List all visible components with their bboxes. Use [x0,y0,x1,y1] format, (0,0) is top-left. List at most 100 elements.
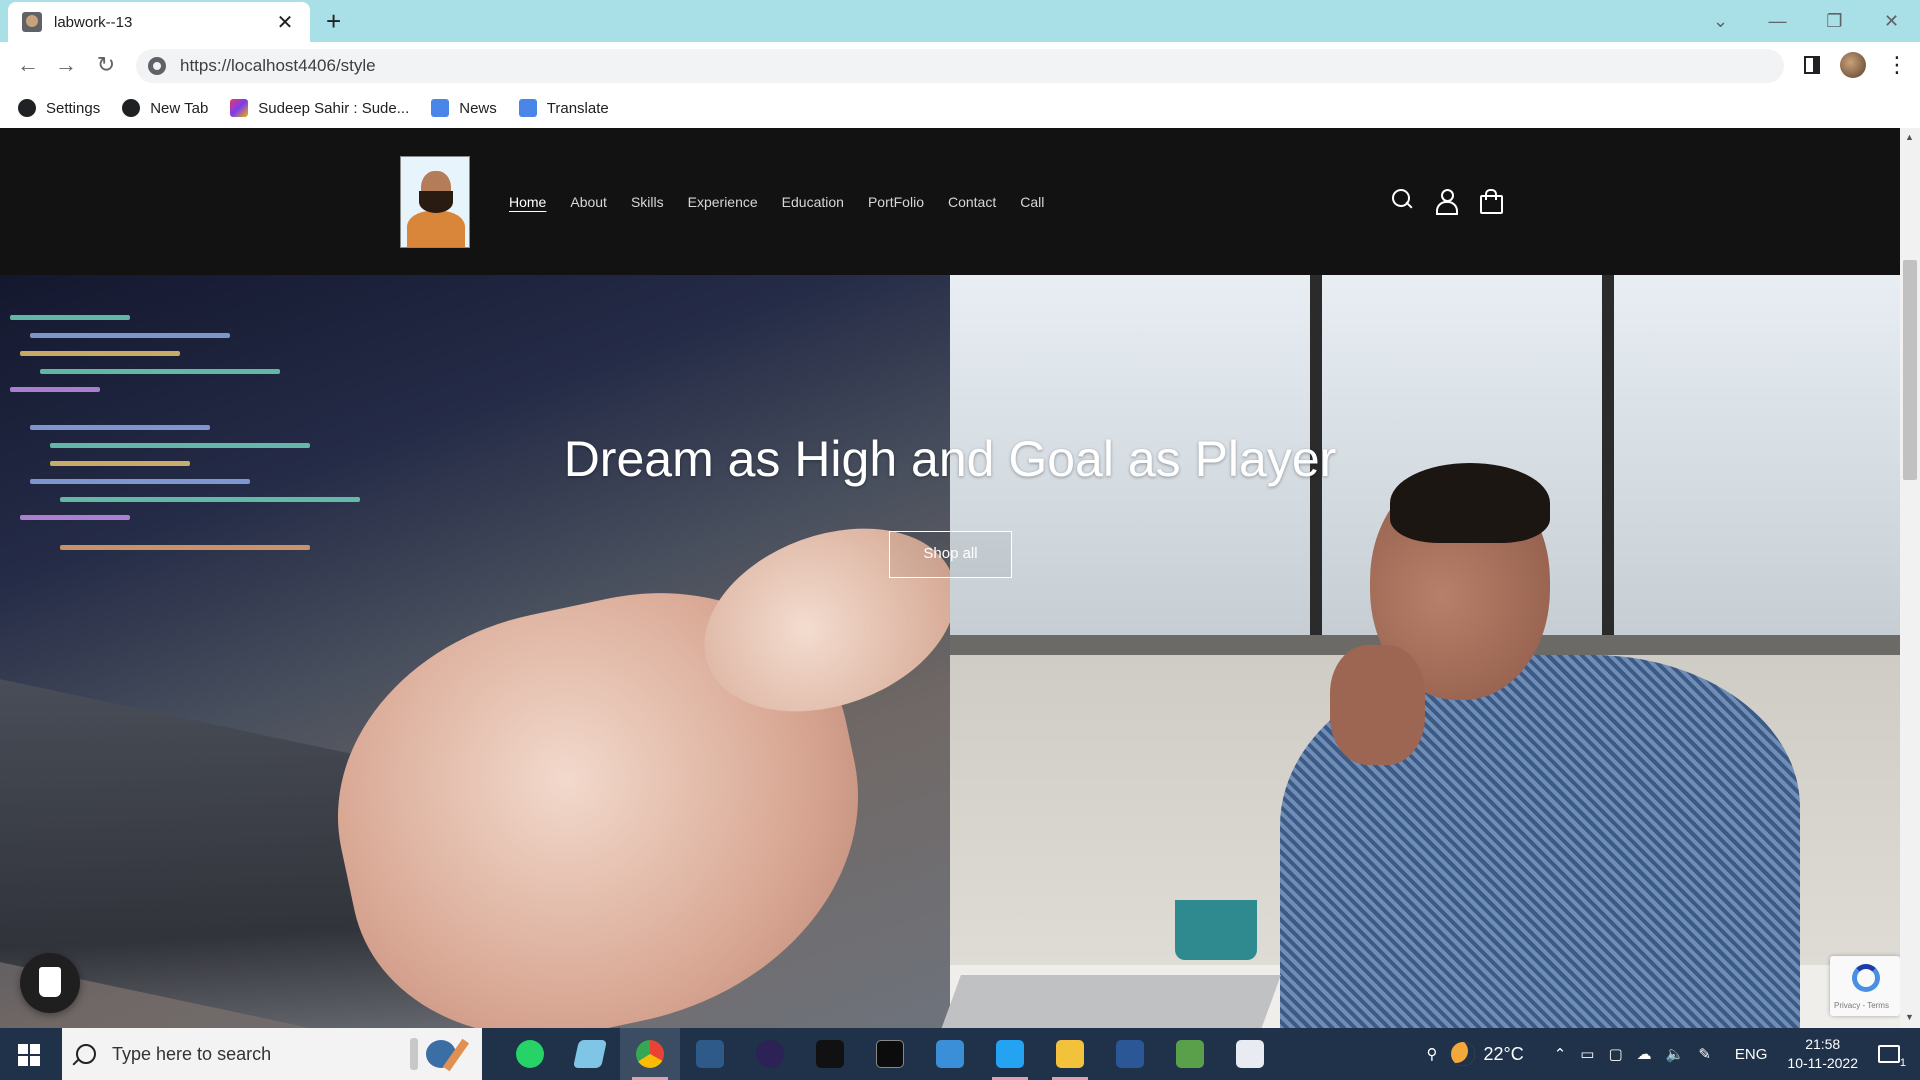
clock-date: 10-11-2022 [1787,1055,1858,1071]
chrome-icon [636,1040,664,1068]
whatsapp-icon [516,1040,544,1068]
file-explorer-app[interactable] [1040,1028,1100,1080]
news-icon [431,99,450,117]
eclipse-app[interactable] [740,1028,800,1080]
mysql-workbench-icon [696,1040,724,1068]
pen-icon [230,99,249,117]
vscode-app[interactable] [980,1028,1040,1080]
eclipse-icon [756,1040,784,1068]
folder-icon [1056,1040,1084,1068]
nav-home[interactable]: Home [509,194,546,210]
close-tab-icon[interactable]: ✕ [274,10,296,35]
image-icon [1176,1040,1204,1068]
logo[interactable] [400,156,470,248]
mug [1175,900,1257,960]
pen-icon[interactable]: ✎ [1698,1045,1711,1063]
bookmark-settings[interactable]: Settings [18,99,100,117]
cart-icon[interactable] [1476,186,1504,214]
language-indicator[interactable]: ENG [1735,1046,1768,1063]
terminal-app[interactable] [860,1028,920,1080]
new-tab-button[interactable]: + [326,8,341,34]
terminal-icon [876,1040,904,1068]
weather-moon-icon[interactable] [1451,1042,1476,1066]
minimize-button[interactable]: — [1749,11,1806,32]
nav-contact[interactable]: Contact [948,194,996,210]
shop-all-button[interactable]: Shop all [889,531,1012,578]
nav-about[interactable]: About [570,194,607,210]
back-button[interactable]: ← [14,51,42,79]
restore-button[interactable]: ❐ [1806,11,1863,32]
chrome-app[interactable] [620,1028,680,1080]
cricket-widget-icon[interactable] [400,1036,480,1072]
meet-icon[interactable]: ▢ [1608,1045,1622,1063]
scrollbar-thumb[interactable] [1903,260,1917,480]
recaptcha-text[interactable]: Privacy - Terms [1834,1001,1889,1010]
shopify-icon[interactable] [20,953,80,1013]
bookmark-translate[interactable]: Translate [518,99,609,117]
notification-count: 1 [1899,1057,1906,1069]
hero-banner: Dream as High and Goal as Player Shop al… [0,275,1900,1028]
notes-app[interactable] [560,1028,620,1080]
temperature[interactable]: 22°C [1483,1044,1523,1065]
kebab-menu-icon: ⋮ [1886,52,1908,77]
tab-search-icon[interactable]: ⌄ [1692,11,1749,32]
remote-desktop-app[interactable] [920,1028,980,1080]
nav-education[interactable]: Education [782,194,844,210]
nav-skills[interactable]: Skills [631,194,664,210]
bookmark-sudeep[interactable]: Sudeep Sahir : Sude... [230,99,409,117]
browser-toolbar: ← → ↻ https://localhost4406/style ⋮ [0,42,1920,88]
clock[interactable]: 21:58 10-11-2022 [1787,1035,1858,1073]
profile-button[interactable] [1840,51,1866,79]
scroll-down-icon[interactable]: ▼ [1905,1012,1914,1022]
nav-portfolio[interactable]: PortFolio [868,194,924,210]
web-page: Home About Skills Experience Education P… [0,128,1900,1028]
show-hidden-icons[interactable]: ⌃ [1554,1045,1567,1063]
account-icon[interactable] [1432,186,1460,215]
forward-button[interactable]: → [52,51,80,79]
menu-button[interactable]: ⋮ [1886,51,1908,79]
bookmark-news[interactable]: News [431,99,497,117]
mysql-workbench-app[interactable] [680,1028,740,1080]
address-bar[interactable]: https://localhost4406/style [136,49,1784,83]
side-panel-button[interactable] [1804,51,1820,79]
site-header: Home About Skills Experience Education P… [0,128,1900,275]
onedrive-icon[interactable]: ☁ [1637,1045,1652,1063]
code-screen [0,275,520,575]
globe-icon [122,99,141,117]
nav-call[interactable]: Call [1020,194,1044,210]
bookmark-label: News [459,99,497,117]
word-app[interactable] [1100,1028,1160,1080]
bookmark-label: New Tab [150,99,209,117]
battery-icon[interactable]: ▭ [1580,1045,1594,1063]
bookmarks-bar: Settings New Tab Sudeep Sahir : Sude... … [0,88,1920,128]
document-app[interactable] [1220,1028,1280,1080]
page-scrollbar[interactable]: ▲ ▼ [1900,128,1920,1028]
tab-title: labwork--13 [54,13,133,31]
volume-icon[interactable]: 🔈 [1666,1045,1685,1063]
bookmark-new-tab[interactable]: New Tab [122,99,208,117]
mysql-icon [816,1040,844,1068]
nav-experience[interactable]: Experience [688,194,758,210]
notification-center-icon[interactable]: 1 [1878,1045,1906,1069]
close-window-button[interactable]: ✕ [1863,11,1920,32]
url-text[interactable]: https://localhost4406/style [180,56,376,76]
people-icon[interactable]: ⚲ [1426,1045,1437,1063]
scroll-up-icon[interactable]: ▲ [1905,132,1914,142]
recaptcha-badge[interactable]: Privacy - Terms [1830,956,1900,1016]
side-panel-icon [1804,56,1820,74]
windows-start-icon[interactable] [18,1044,40,1066]
vscode-icon [996,1040,1024,1068]
main-nav: Home About Skills Experience Education P… [509,194,1068,210]
window-controls: ⌄ — ❐ ✕ [1692,0,1920,42]
mysql-app[interactable] [800,1028,860,1080]
header-icons [1388,186,1520,215]
hero-image-man [939,275,1900,1028]
whatsapp-app[interactable] [500,1028,560,1080]
browser-tab[interactable]: labwork--13 ✕ [8,2,310,42]
image-app[interactable] [1160,1028,1220,1080]
taskbar-search-placeholder[interactable]: Type here to search [112,1044,271,1065]
site-info-icon[interactable] [148,57,166,75]
taskbar: Type here to search ⚲ 22°C ⌃ ▭ ▢ ☁ 🔈 ✎ E… [0,1028,1920,1080]
reload-button[interactable]: ↻ [92,51,120,79]
search-icon[interactable] [1388,186,1416,214]
